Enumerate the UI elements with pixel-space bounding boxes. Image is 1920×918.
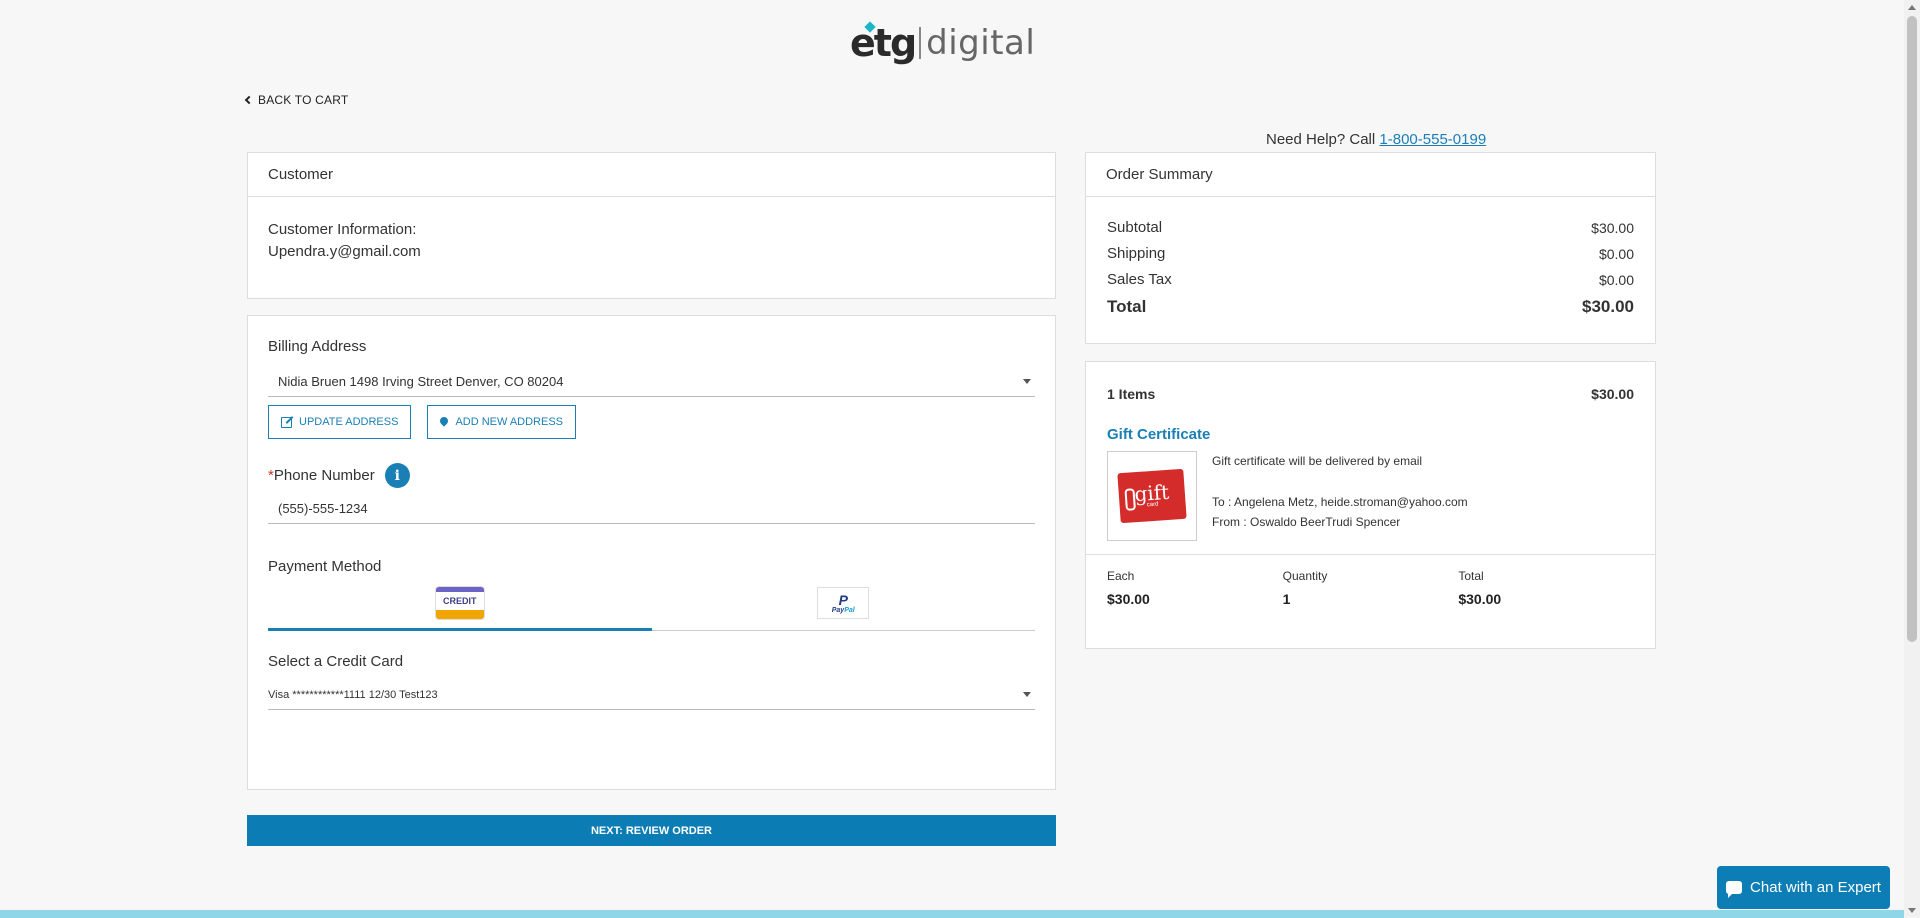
gift-sender: From : Oswaldo BeerTrudi Spencer (1212, 515, 1401, 529)
summary-row-subtotal: Subtotal $30.00 (1107, 219, 1634, 236)
help-text: Need Help? Call 1-800-555-0199 (1266, 131, 1486, 148)
quantity-value: 1 (1282, 591, 1291, 607)
phone-number-label: *Phone Number (268, 467, 375, 484)
page-scrollbar[interactable] (1904, 0, 1920, 918)
billing-address-label: Billing Address (268, 338, 367, 355)
cart-items-card: 1 Items $30.00 Gift Certificate gift car… (1085, 361, 1656, 649)
select-credit-card-label: Select a Credit Card (268, 653, 404, 670)
footer-accent-bar (0, 910, 1904, 918)
credit-card-icon: CREDIT (435, 587, 484, 619)
each-label: Each (1107, 569, 1135, 583)
scroll-up-arrow-icon[interactable] (1908, 5, 1916, 10)
credit-card-select[interactable]: Visa ************1111 12/30 Test123 (268, 680, 1035, 710)
customer-info-label: Customer Information: (268, 221, 417, 238)
quantity-label: Quantity (1282, 569, 1328, 583)
items-count-row: 1 Items $30.00 (1107, 386, 1634, 402)
logo-mark: etg (850, 21, 917, 65)
product-title-link[interactable]: Gift Certificate (1107, 426, 1634, 443)
chevron-left-icon (244, 95, 254, 105)
tab-paypal[interactable]: P PayPal (652, 587, 1036, 630)
billing-address-value: Nidia Bruen 1498 Irving Street Denver, C… (278, 374, 564, 389)
summary-row-sales-tax: Sales Tax $0.00 (1107, 271, 1634, 288)
update-address-label: UPDATE ADDRESS (299, 416, 399, 428)
info-icon[interactable]: i (384, 463, 410, 488)
customer-email: Upendra.y@gmail.com (268, 243, 421, 260)
chat-label: Chat with an Expert (1750, 879, 1881, 896)
scroll-down-arrow-icon[interactable] (1908, 908, 1916, 913)
logo-text: digital (926, 23, 1036, 63)
back-to-cart-link[interactable]: BACK TO CART (244, 93, 349, 107)
phone-number-input[interactable]: (555)-555-1234 (268, 494, 1035, 524)
edit-icon (281, 416, 292, 428)
caret-down-icon (1023, 379, 1031, 384)
add-new-address-button[interactable]: ADD NEW ADDRESS (427, 405, 577, 439)
credit-card-value: Visa ************1111 12/30 Test123 (268, 688, 438, 701)
chat-with-expert-button[interactable]: Chat with an Expert (1717, 866, 1890, 909)
tab-credit[interactable]: CREDIT (268, 587, 652, 631)
billing-address-select[interactable]: Nidia Bruen 1498 Irving Street Denver, C… (268, 367, 1035, 397)
next-review-order-button[interactable]: NEXT: REVIEW ORDER (247, 815, 1056, 846)
chat-bubble-icon (1726, 881, 1743, 898)
delivery-note: Gift certificate will be delivered by em… (1212, 454, 1423, 468)
update-address-button[interactable]: UPDATE ADDRESS (268, 405, 412, 439)
site-logo[interactable]: etg digital (850, 18, 1035, 68)
caret-down-icon (1023, 692, 1031, 697)
gift-recipient: To : Angelena Metz, heide.stroman@yahoo.… (1212, 495, 1468, 509)
items-count: 1 Items (1107, 386, 1156, 402)
scrollbar-thumb[interactable] (1907, 16, 1917, 642)
map-pin-icon (438, 415, 451, 427)
item-pricing-row: Each $30.00 Quantity 1 Total $30.00 (1086, 554, 1655, 607)
help-label: Need Help? Call (1266, 131, 1380, 148)
paypal-icon: P PayPal (817, 587, 870, 619)
summary-row-shipping: Shipping $0.00 (1107, 245, 1634, 262)
order-summary-card: Order Summary Subtotal $30.00 Shipping $0.… (1085, 152, 1656, 344)
summary-row-total: Total $30.00 (1107, 297, 1634, 316)
item-total-value: $30.00 (1458, 591, 1502, 607)
add-new-address-label: ADD NEW ADDRESS (455, 416, 564, 428)
help-phone-link[interactable]: 1-800-555-0199 (1379, 131, 1486, 148)
each-value: $30.00 (1107, 591, 1150, 607)
customer-header: Customer (248, 153, 1055, 197)
payment-method-tabs: CREDIT P PayPal (268, 587, 1035, 631)
payment-method-label: Payment Method (268, 558, 382, 575)
back-to-cart-label: BACK TO CART (258, 93, 349, 107)
billing-card: Billing Address Nidia Bruen 1498 Irving … (247, 315, 1056, 790)
items-amount: $30.00 (1591, 386, 1634, 402)
item-total-label: Total (1458, 569, 1484, 583)
gift-card-image: gift card (1107, 451, 1197, 541)
customer-card: Customer Customer Information: Upendra.y… (247, 152, 1056, 299)
order-summary-header: Order Summary (1086, 153, 1655, 197)
